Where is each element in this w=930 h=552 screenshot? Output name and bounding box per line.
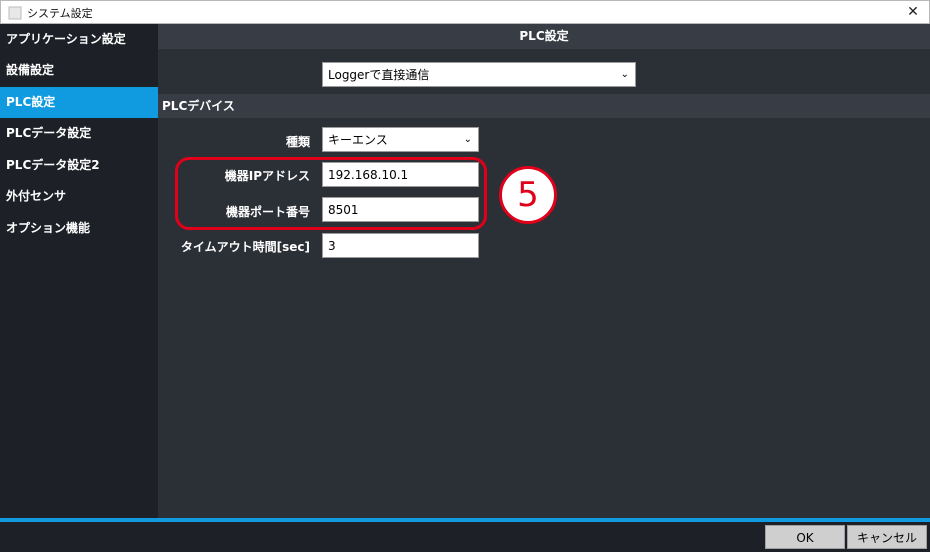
acquisition-method-value: Loggerで直接通信 bbox=[328, 68, 430, 82]
sidebar-item-option-features[interactable]: オプション機能 bbox=[0, 213, 158, 244]
footer: OK キャンセル bbox=[0, 522, 930, 552]
sidebar-item-equipment-settings[interactable]: 設備設定 bbox=[0, 55, 158, 86]
cancel-button[interactable]: キャンセル bbox=[847, 525, 927, 549]
main-panel: PLC設定 データ取得方法 Loggerで直接通信 ⌄ PLCデバイス 種類 キ… bbox=[158, 24, 930, 519]
timeout-input[interactable]: 3 bbox=[322, 233, 479, 258]
sidebar-item-application-settings[interactable]: アプリケーション設定 bbox=[0, 24, 158, 55]
close-icon[interactable]: ✕ bbox=[903, 2, 923, 22]
device-type-value: キーエンス bbox=[328, 133, 388, 147]
sidebar-item-plc-data-settings-2[interactable]: PLCデータ設定2 bbox=[0, 150, 158, 181]
sidebar: アプリケーション設定 設備設定 PLC設定 PLCデータ設定 PLCデータ設定2… bbox=[0, 24, 158, 519]
acquisition-method-select[interactable]: Loggerで直接通信 ⌄ bbox=[322, 62, 636, 87]
title-bar: システム設定 ✕ bbox=[0, 0, 930, 24]
section-plc-device: PLCデバイス bbox=[158, 94, 930, 118]
sidebar-item-plc-data-settings[interactable]: PLCデータ設定 bbox=[0, 118, 158, 149]
step-number-badge: 5 bbox=[499, 166, 557, 224]
timeout-label: タイムアウト時間[sec] bbox=[180, 240, 310, 254]
window-title: システム設定 bbox=[27, 7, 93, 20]
app-icon bbox=[8, 6, 22, 20]
chevron-down-icon: ⌄ bbox=[620, 69, 629, 80]
highlight-box bbox=[175, 157, 487, 230]
sidebar-item-plc-settings[interactable]: PLC設定 bbox=[0, 87, 158, 118]
sidebar-item-external-sensor[interactable]: 外付センサ bbox=[0, 181, 158, 212]
page-title: PLC設定 bbox=[158, 24, 930, 49]
ok-button[interactable]: OK bbox=[765, 525, 845, 549]
device-type-label: 種類 bbox=[285, 135, 310, 149]
chevron-down-icon: ⌄ bbox=[463, 134, 472, 145]
device-type-select[interactable]: キーエンス ⌄ bbox=[322, 127, 479, 152]
